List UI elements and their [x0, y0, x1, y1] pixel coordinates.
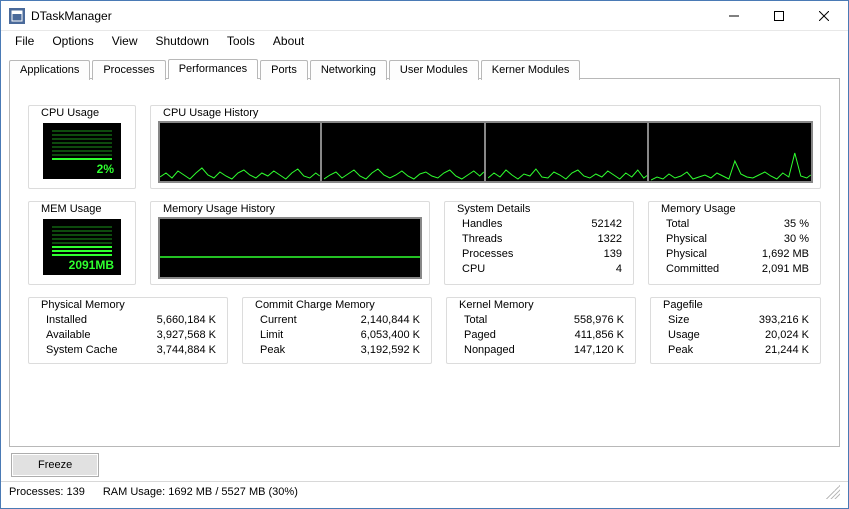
label-handles: Handles — [462, 217, 502, 232]
window-title: DTaskManager — [31, 9, 711, 23]
group-commit-charge: Commit Charge Memory Current2,140,844 K … — [242, 291, 432, 364]
menu-shutdown[interactable]: Shutdown — [148, 32, 217, 50]
cpu-meter: 2% — [43, 123, 121, 179]
group-system-details: System Details Handles52142 Threads1322 … — [444, 195, 634, 285]
label-committed: Committed — [666, 262, 719, 277]
value-usage: 20,024 K — [765, 328, 809, 343]
value-peak: 3,192,592 K — [361, 343, 420, 358]
value-limit: 6,053,400 K — [361, 328, 420, 343]
resize-grip-icon[interactable] — [826, 485, 840, 499]
group-memory-usage: Memory Usage Total 35 % Physical 30 % Phys… — [648, 195, 821, 285]
value-kernel-total: 558,976 K — [574, 313, 624, 328]
value-physical-mb: 1,692 MB — [762, 247, 809, 262]
label-physical-mb: Physical — [666, 247, 707, 262]
group-title: Physical Memory — [38, 299, 128, 311]
value-installed: 5,660,184 K — [157, 313, 216, 328]
tab-strip: Applications Processes Performances Port… — [9, 59, 840, 79]
label-syscache: System Cache — [46, 343, 118, 358]
label-processes: Processes — [462, 247, 513, 262]
label-size: Size — [668, 313, 689, 328]
app-icon — [9, 8, 25, 24]
status-processes: Processes: 139 — [9, 486, 85, 498]
window-controls — [711, 1, 846, 30]
menu-tools[interactable]: Tools — [219, 32, 263, 50]
group-title: Commit Charge Memory — [252, 299, 378, 311]
label-usage: Usage — [668, 328, 700, 343]
group-kernel-memory: Kernel Memory Total 558,976 K Paged 411,85… — [446, 291, 636, 364]
group-pagefile: Pagefile Size 393,216 K Usage 20,024 K Pea… — [650, 291, 821, 364]
bottom-bar: Freeze — [1, 447, 848, 481]
label-available: Available — [46, 328, 90, 343]
value-committed: 2,091 MB — [762, 262, 809, 277]
maximize-button[interactable] — [756, 1, 801, 30]
menu-view[interactable]: View — [104, 32, 146, 50]
tab-networking[interactable]: Networking — [310, 60, 387, 80]
value-handles: 52142 — [591, 217, 622, 232]
mem-history-chart — [158, 217, 422, 279]
value-syscache: 3,744,884 K — [157, 343, 216, 358]
group-physical-memory: Physical Memory Installed 5,660,184 K Ava… — [28, 291, 228, 364]
label-limit: Limit — [260, 328, 283, 343]
statusbar: Processes: 139 RAM Usage: 1692 MB / 5527… — [1, 481, 848, 502]
value-physical-pct: 30 % — [784, 232, 809, 247]
minimize-button[interactable] — [711, 1, 756, 30]
value-size: 393,216 K — [759, 313, 809, 328]
group-cpu-history: CPU Usage History — [150, 99, 821, 189]
group-title: CPU Usage History — [160, 107, 261, 119]
value-paged: 411,856 K — [575, 328, 624, 343]
value-available: 3,927,568 K — [157, 328, 216, 343]
menu-file[interactable]: File — [7, 32, 42, 50]
value-threads: 1322 — [598, 232, 622, 247]
cpu-history-chart — [158, 121, 813, 183]
tab-user-modules[interactable]: User Modules — [389, 60, 479, 80]
close-button[interactable] — [801, 1, 846, 30]
label-paged: Paged — [464, 328, 496, 343]
group-title: MEM Usage — [38, 203, 105, 215]
group-title: Memory Usage — [658, 203, 739, 215]
label-current: Current — [260, 313, 297, 328]
tab-ports[interactable]: Ports — [260, 60, 308, 80]
value-pf-peak: 21,244 K — [765, 343, 809, 358]
freeze-button[interactable]: Freeze — [11, 453, 99, 477]
mem-value: 2091MB — [69, 258, 114, 272]
value-current: 2,140,844 K — [361, 313, 420, 328]
value-cpu: 4 — [616, 262, 622, 277]
group-title: CPU Usage — [38, 107, 102, 119]
mem-meter: 2091MB — [43, 219, 121, 275]
group-cpu-usage: CPU Usage 2% — [28, 99, 136, 189]
titlebar: DTaskManager — [1, 1, 848, 31]
label-kernel-total: Total — [464, 313, 487, 328]
status-ram: RAM Usage: 1692 MB / 5527 MB (30%) — [103, 486, 298, 498]
group-mem-usage: MEM Usage 2091MB — [28, 195, 136, 285]
group-title: Memory Usage History — [160, 203, 278, 215]
label-installed: Installed — [46, 313, 87, 328]
tab-applications[interactable]: Applications — [9, 60, 90, 80]
group-title: System Details — [454, 203, 533, 215]
label-total: Total — [666, 217, 689, 232]
label-peak: Peak — [260, 343, 285, 358]
menu-about[interactable]: About — [265, 32, 312, 50]
value-processes: 139 — [604, 247, 622, 262]
menubar: File Options View Shutdown Tools About — [1, 31, 848, 51]
group-title: Pagefile — [660, 299, 706, 311]
value-nonpaged: 147,120 K — [574, 343, 624, 358]
tab-processes[interactable]: Processes — [92, 60, 165, 80]
tab-kerner-modules[interactable]: Kerner Modules — [481, 60, 581, 80]
menu-options[interactable]: Options — [44, 32, 101, 50]
label-nonpaged: Nonpaged — [464, 343, 515, 358]
label-cpu: CPU — [462, 262, 485, 277]
performances-panel: CPU Usage 2% CPU Usage History MEM Usage — [9, 79, 840, 447]
value-total: 35 % — [784, 217, 809, 232]
label-threads: Threads — [462, 232, 502, 247]
group-mem-history: Memory Usage History — [150, 195, 430, 285]
label-physical-pct: Physical — [666, 232, 707, 247]
group-title: Kernel Memory — [456, 299, 537, 311]
label-pf-peak: Peak — [668, 343, 693, 358]
tab-performances[interactable]: Performances — [168, 59, 258, 79]
cpu-percent: 2% — [97, 162, 114, 176]
